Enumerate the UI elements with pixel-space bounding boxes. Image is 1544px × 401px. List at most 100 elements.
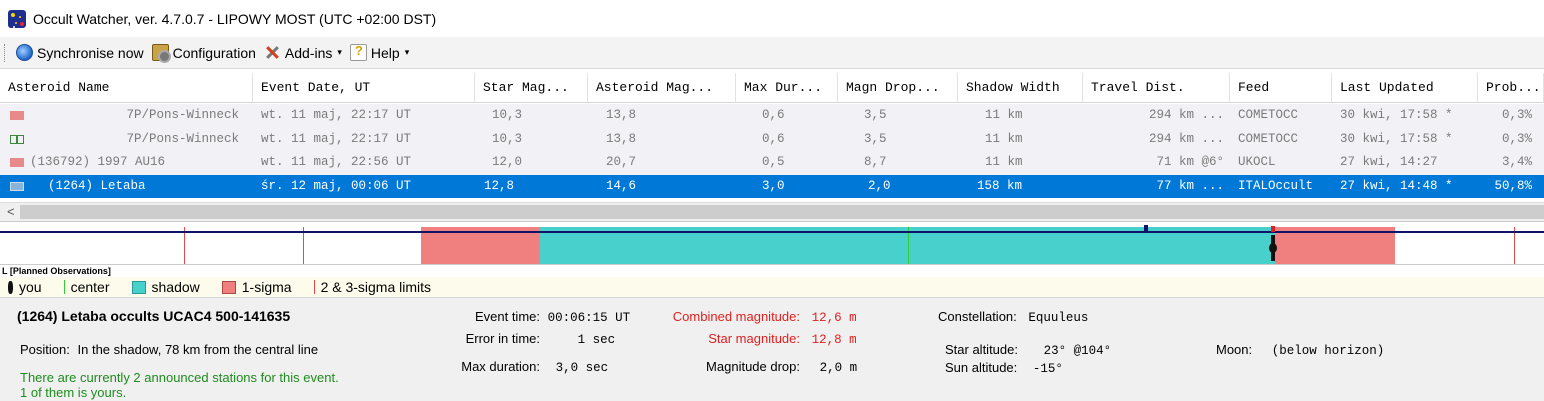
cell-feed: COMETOCC bbox=[1238, 131, 1299, 146]
limit-line-icon bbox=[313, 280, 315, 294]
cell-probability: 3,4% bbox=[1501, 155, 1532, 169]
event-title: (1264) Letaba occults UCAC4 500-141635 bbox=[17, 308, 291, 324]
star-altitude-value: 23° @104° bbox=[1043, 344, 1112, 358]
cell-shadow-width: 11 km bbox=[985, 131, 1023, 146]
combined-magnitude-value: 12,6 m bbox=[811, 311, 857, 325]
sun-altitude-label: Sun altitude: bbox=[945, 360, 1018, 375]
you-marker-icon bbox=[1269, 235, 1277, 261]
combined-magnitude-label: Combined magnitude: bbox=[672, 309, 800, 324]
toolbar-grip[interactable] bbox=[4, 43, 7, 62]
legend-limits: 2 & 3-sigma limits bbox=[313, 279, 432, 295]
column-header-probability[interactable]: Prob... bbox=[1478, 73, 1544, 103]
column-header-asteroid-name[interactable]: Asteroid Name bbox=[0, 73, 253, 103]
cell-magn-drop: 3,5 bbox=[864, 131, 887, 146]
table-row[interactable]: 7P/Pons-Winneck wt. 11 maj, 22:17 UT 10,… bbox=[0, 104, 1544, 128]
events-grid: Asteroid Name Event Date, UT Star Mag...… bbox=[0, 68, 1544, 221]
column-header-asteroid-mag[interactable]: Asteroid Mag... bbox=[588, 73, 736, 103]
cell-last-updated: 27 kwi, 14:48 * bbox=[1340, 178, 1453, 193]
cell-asteroid-mag: 13,8 bbox=[606, 108, 637, 122]
app-icon bbox=[8, 9, 26, 28]
cell-last-updated: 27 kwi, 14:27 bbox=[1340, 155, 1438, 169]
cell-star-mag: 10,3 bbox=[492, 108, 523, 122]
column-header-star-mag[interactable]: Star Mag... bbox=[475, 73, 588, 103]
column-header-max-duration[interactable]: Max Dur... bbox=[736, 73, 838, 103]
error-time-label: Error in time: bbox=[465, 331, 540, 346]
cell-travel-dist: 294 km ... bbox=[1148, 108, 1224, 122]
magnitude-drop-row: Magnitude drop: 2,0 m bbox=[660, 359, 857, 375]
column-header-shadow-width[interactable]: Shadow Width bbox=[958, 73, 1083, 103]
legend-center-label: center bbox=[70, 279, 110, 295]
window-title: Occult Watcher, ver. 4.7.0.7 - LIPOWY MO… bbox=[33, 10, 437, 27]
constellation-row: Constellation: Equuleus bbox=[938, 309, 1088, 325]
legend-one-sigma: 1-sigma bbox=[221, 279, 292, 295]
scrollbar-thumb[interactable] bbox=[20, 205, 1544, 219]
cell-shadow-width: 11 km bbox=[985, 155, 1023, 169]
cell-star-mag: 10,3 bbox=[492, 131, 523, 146]
star-magnitude-row: Star magnitude: 12,8 m bbox=[660, 331, 856, 347]
configuration-label: Configuration bbox=[172, 44, 256, 61]
help-icon bbox=[349, 43, 367, 61]
cell-star-mag: 12,0 bbox=[492, 155, 523, 169]
legend-center: center bbox=[63, 279, 110, 295]
cell-last-updated: 30 kwi, 17:58 * bbox=[1340, 108, 1453, 122]
cell-asteroid-mag: 14,6 bbox=[606, 178, 637, 193]
column-header-travel-dist[interactable]: Travel Dist. bbox=[1083, 73, 1230, 103]
you-marker-icon bbox=[8, 280, 13, 294]
event-time-label: Event time: bbox=[474, 309, 540, 324]
cell-event-date: wt. 11 maj, 22:56 UT bbox=[261, 155, 412, 169]
cell-max-duration: 0,5 bbox=[762, 155, 785, 169]
cell-magn-drop: 2,0 bbox=[868, 178, 891, 193]
synchronise-button[interactable]: Synchronise now bbox=[13, 41, 149, 65]
cell-feed: UKOCL bbox=[1238, 155, 1276, 169]
help-menu[interactable]: Help ▾ bbox=[347, 41, 414, 65]
configuration-icon bbox=[151, 44, 171, 63]
star-altitude-label: Star altitude: bbox=[945, 342, 1018, 357]
column-header-event-date[interactable]: Event Date, UT bbox=[253, 73, 475, 103]
legend-limits-label: 2 & 3-sigma limits bbox=[320, 279, 432, 295]
constellation-value: Equuleus bbox=[1028, 311, 1089, 325]
station-marker bbox=[1144, 225, 1148, 233]
stations-info-line2: 1 of them is yours. bbox=[20, 385, 127, 400]
column-header-feed[interactable]: Feed bbox=[1230, 73, 1332, 103]
add-ins-menu[interactable]: Add-ins ▾ bbox=[261, 41, 347, 65]
star-altitude-row: Star altitude: 23° @104° bbox=[945, 342, 1111, 358]
sun-altitude-value: -15° bbox=[1032, 362, 1063, 376]
cell-star-mag: 12,8 bbox=[484, 178, 515, 193]
center-line bbox=[908, 227, 909, 267]
cell-asteroid-name: 7P/Pons-Winneck bbox=[126, 131, 239, 146]
chevron-down-icon: ▾ bbox=[404, 47, 410, 57]
table-row[interactable]: 7P/Pons-Winneck wt. 11 maj, 22:17 UT 10,… bbox=[0, 127, 1544, 151]
cell-travel-dist: 294 km ... bbox=[1148, 131, 1224, 146]
column-header-magn-drop[interactable]: Magn Drop... bbox=[838, 73, 958, 103]
max-duration-row: Max duration: 3,0 sec bbox=[400, 359, 608, 375]
legend-shadow: shadow bbox=[131, 279, 200, 295]
cell-event-date: wt. 11 maj, 22:17 UT bbox=[261, 108, 412, 122]
moon-label: Moon: bbox=[1216, 342, 1253, 357]
scroll-left-arrow-icon[interactable]: < bbox=[7, 204, 15, 219]
grid-rows: 7P/Pons-Winneck wt. 11 maj, 22:17 UT 10,… bbox=[0, 104, 1544, 198]
star-magnitude-label: Star magnitude: bbox=[708, 331, 800, 346]
cell-shadow-width: 11 km bbox=[985, 108, 1023, 122]
cell-feed: ITALOccult bbox=[1238, 178, 1314, 193]
sun-altitude-row: Sun altitude: -15° bbox=[945, 360, 1063, 376]
configuration-button[interactable]: Configuration bbox=[149, 41, 261, 65]
occultation-path-timeline[interactable] bbox=[0, 221, 1544, 267]
station-marker-red bbox=[1271, 226, 1275, 232]
column-header-last-updated[interactable]: Last Updated bbox=[1332, 73, 1478, 103]
cell-shadow-width: 158 km bbox=[977, 178, 1023, 193]
table-row-selected[interactable]: (1264) Letaba śr. 12 maj, 00:06 UT 12,8 … bbox=[0, 174, 1544, 198]
table-row[interactable]: (136792) 1997 AU16 wt. 11 maj, 22:56 UT … bbox=[0, 151, 1544, 175]
error-time-value: 1 sec bbox=[577, 333, 616, 347]
horizontal-scrollbar[interactable]: < bbox=[0, 202, 1544, 221]
event-status-icon bbox=[10, 158, 24, 167]
synchronise-label: Synchronise now bbox=[37, 44, 144, 61]
position-value: In the shadow, 78 km from the central li… bbox=[77, 342, 319, 357]
tools-icon bbox=[264, 44, 281, 61]
position-row: Position: In the shadow, 78 km from the … bbox=[20, 342, 318, 357]
shadow-swatch-icon bbox=[131, 280, 146, 294]
error-time-row: Error in time: 1 sec bbox=[400, 331, 616, 347]
cell-last-updated: 30 kwi, 17:58 * bbox=[1340, 131, 1453, 146]
max-duration-value: 3,0 sec bbox=[555, 361, 609, 375]
event-details-panel: (1264) Letaba occults UCAC4 500-141635 P… bbox=[0, 298, 1544, 401]
cell-event-date: wt. 11 maj, 22:17 UT bbox=[261, 131, 412, 146]
